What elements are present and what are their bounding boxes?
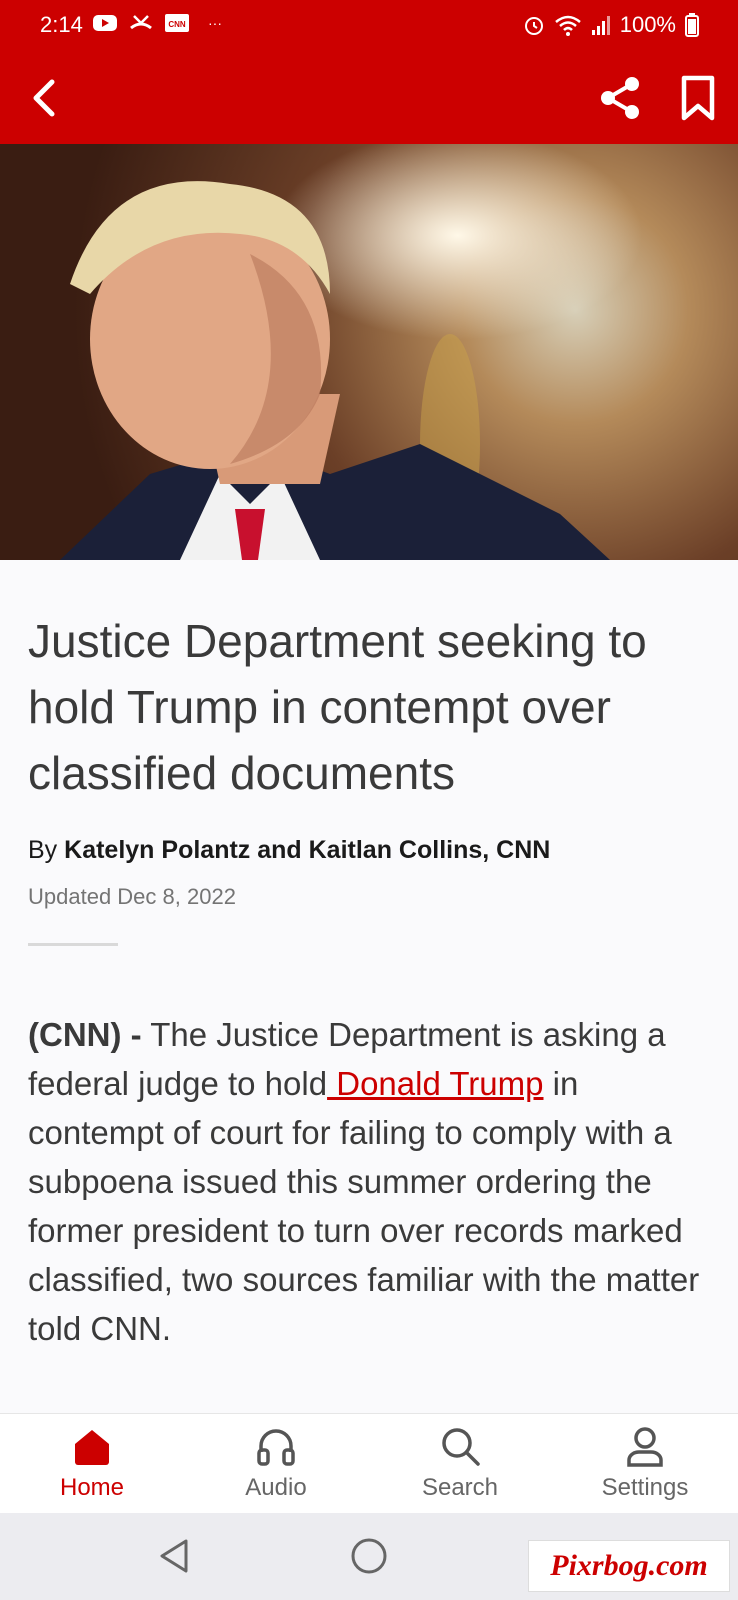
- article-body-paragraph: (CNN) - The Justice Department is asking…: [28, 1010, 718, 1353]
- status-bar: 2:14 CNN ··· 100%: [0, 0, 738, 52]
- battery-icon: [685, 13, 699, 37]
- svg-text:CNN: CNN: [168, 20, 186, 29]
- cnn-icon: CNN: [165, 14, 189, 32]
- more-dots-icon: ···: [208, 15, 222, 31]
- byline-authors[interactable]: Katelyn Polantz and Kaitlan Collins, CNN: [64, 836, 550, 864]
- body-lead: (CNN) -: [28, 1016, 142, 1053]
- watermark-logo: Pixrbog.com: [528, 1540, 730, 1592]
- back-chevron-icon[interactable]: [22, 74, 70, 122]
- search-icon: [442, 1428, 480, 1466]
- article-hero-image: [0, 144, 738, 560]
- nav-home-label: Home: [59, 1474, 125, 1501]
- missed-call-icon: [130, 15, 152, 30]
- body-text-2: in contempt of court for failing to comp…: [28, 1065, 700, 1347]
- nav-settings[interactable]: Settings: [570, 1424, 720, 1512]
- article-headline: Justice Department seeking to hold Trump…: [28, 615, 647, 799]
- bookmark-icon[interactable]: [672, 72, 724, 124]
- alarm-icon: [524, 17, 543, 35]
- byline-prefix: By: [28, 836, 58, 864]
- updated-date: Updated Dec 8, 2022: [28, 884, 236, 909]
- wifi-icon: [554, 15, 581, 36]
- nav-audio-label: Audio: [245, 1474, 307, 1501]
- divider: [28, 943, 118, 946]
- home-icon: [75, 1430, 109, 1465]
- status-time: 2:14: [40, 12, 83, 37]
- person-icon: [627, 1427, 663, 1467]
- status-notification-icons: CNN ···: [92, 12, 222, 34]
- youtube-icon: [93, 15, 117, 31]
- hero-photo-illustration: [0, 144, 738, 560]
- app-bar: [0, 52, 738, 144]
- nav-search[interactable]: Search: [385, 1424, 535, 1512]
- status-right: 100%: [522, 12, 700, 38]
- home-circle-icon[interactable]: [350, 1537, 388, 1575]
- donald-trump-link[interactable]: Donald Trump: [327, 1065, 543, 1102]
- headphones-icon: [257, 1429, 295, 1466]
- nav-search-label: Search: [421, 1474, 499, 1501]
- nav-home[interactable]: Home: [17, 1424, 167, 1512]
- nav-audio[interactable]: Audio: [201, 1424, 351, 1512]
- signal-icon: [591, 16, 610, 35]
- share-icon[interactable]: [594, 72, 646, 124]
- back-triangle-icon[interactable]: [156, 1537, 194, 1575]
- byline: By Katelyn Polantz and Kaitlan Collins, …: [28, 836, 550, 865]
- battery-percent: 100%: [619, 12, 676, 37]
- nav-settings-label: Settings: [601, 1474, 689, 1501]
- bottom-navigation: Home Audio Search Settings: [0, 1413, 738, 1514]
